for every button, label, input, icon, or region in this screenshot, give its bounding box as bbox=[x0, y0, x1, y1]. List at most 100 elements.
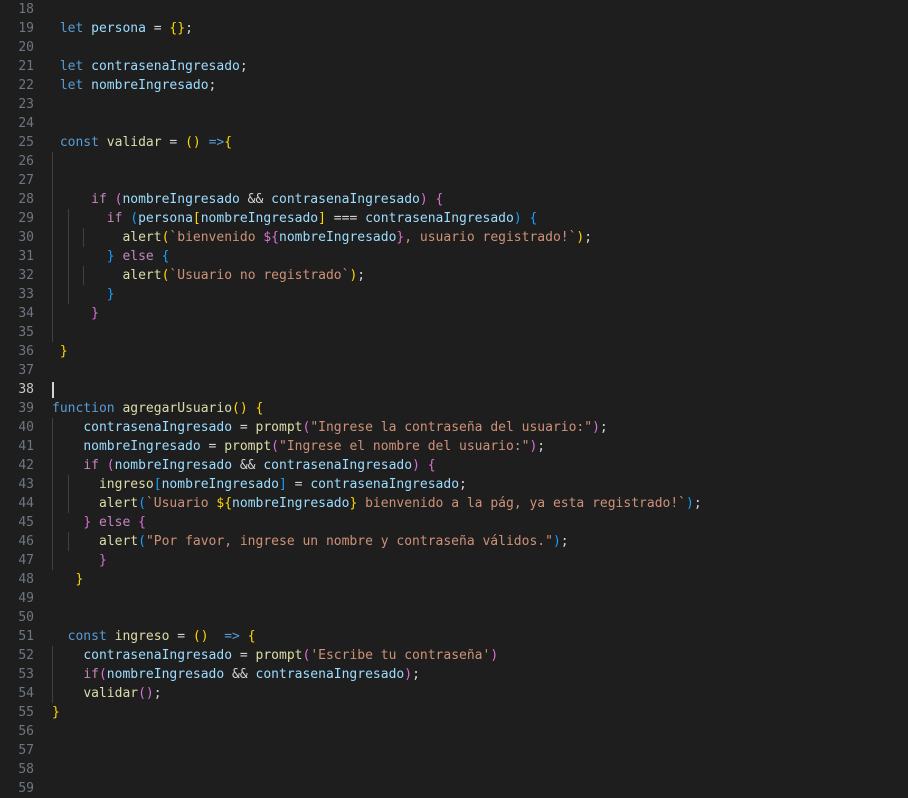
line-number: 59 bbox=[18, 781, 34, 796]
token-bb: ] bbox=[279, 477, 287, 492]
token-by: () bbox=[192, 629, 209, 644]
line-number: 35 bbox=[18, 325, 34, 340]
token-bp: ) bbox=[592, 420, 600, 435]
code-text: if(nombreIngresado && contrasenaIngresad… bbox=[52, 665, 420, 684]
token-kw: function bbox=[52, 401, 115, 416]
token-bp: ) bbox=[412, 458, 420, 473]
token-op bbox=[52, 192, 91, 207]
token-bp: ) bbox=[404, 667, 413, 682]
token-kw: const bbox=[67, 629, 107, 644]
token-op: = bbox=[286, 477, 311, 492]
code-text: contrasenaIngresado = prompt('Escribe tu… bbox=[52, 646, 498, 665]
token-str: `bienvenido bbox=[169, 230, 264, 245]
token-bp: { bbox=[435, 192, 444, 207]
token-op bbox=[154, 249, 162, 264]
token-fn: prompt bbox=[224, 439, 272, 454]
code-text: alert(`Usuario ${nombreIngresado} bienve… bbox=[52, 494, 702, 513]
token-var: contrasenaIngresado bbox=[83, 648, 233, 663]
token-bp: ( bbox=[106, 458, 115, 473]
token-var: nombreIngresado bbox=[122, 192, 240, 207]
line-number: 44 bbox=[18, 496, 34, 511]
code-text: } else { bbox=[52, 513, 146, 532]
token-op bbox=[52, 496, 99, 511]
line-number: 32 bbox=[18, 268, 34, 283]
indent-guide bbox=[52, 171, 53, 190]
line-number: 26 bbox=[18, 154, 34, 169]
line-number: 23 bbox=[18, 97, 34, 112]
token-bp: { bbox=[427, 458, 436, 473]
token-by: [ bbox=[192, 211, 201, 226]
token-op bbox=[52, 515, 83, 530]
token-kw: let bbox=[59, 59, 84, 74]
token-str: bienvenido a la pág, ya esta registrado!… bbox=[357, 496, 687, 511]
token-by: } bbox=[75, 572, 84, 587]
line-number: 49 bbox=[18, 591, 34, 606]
token-op bbox=[107, 192, 115, 207]
code-editor[interactable]: 18 19 let persona = {}; 20 21 let contrasen… bbox=[0, 0, 908, 796]
code-text: if (nombreIngresado && contrasenaIngresa… bbox=[52, 456, 436, 475]
token-kw: const bbox=[59, 135, 99, 150]
token-by: { bbox=[247, 629, 256, 644]
token-bp: } bbox=[91, 306, 99, 321]
code-text: } bbox=[52, 342, 68, 361]
token-fn: alert bbox=[98, 496, 139, 511]
token-bb: ) bbox=[513, 211, 522, 226]
text-cursor bbox=[52, 382, 54, 398]
code-text: let nombreIngresado; bbox=[52, 76, 217, 95]
line-number: 34 bbox=[18, 306, 34, 321]
token-by: } bbox=[52, 705, 60, 720]
line-number: 48 bbox=[18, 572, 34, 587]
token-bb: } bbox=[106, 287, 115, 302]
token-op bbox=[52, 78, 60, 93]
token-op: && bbox=[232, 458, 264, 473]
line-number: 31 bbox=[18, 249, 34, 264]
line-number: 18 bbox=[18, 2, 34, 17]
token-fn: ingreso bbox=[114, 629, 170, 644]
token-bb: { bbox=[161, 249, 170, 264]
token-by: ${ bbox=[216, 496, 233, 511]
token-op bbox=[99, 458, 107, 473]
token-op bbox=[130, 515, 138, 530]
token-ctrl: else bbox=[122, 249, 154, 264]
token-str: "Por favor, ingrese un nombre y contrase… bbox=[145, 534, 553, 549]
token-op bbox=[52, 287, 107, 302]
code-text: } bbox=[52, 570, 83, 589]
token-op bbox=[52, 135, 60, 150]
token-str: "Ingrese la contraseña del usuario:" bbox=[310, 420, 593, 435]
line-number: 25 bbox=[18, 135, 34, 150]
code-text: const validar = () =>{ bbox=[52, 133, 232, 152]
token-fn: alert bbox=[122, 230, 162, 245]
token-op bbox=[52, 59, 60, 74]
token-bp: ( bbox=[271, 439, 279, 454]
token-op bbox=[91, 515, 99, 530]
line-number: 50 bbox=[18, 610, 34, 625]
code-text: let persona = {}; bbox=[52, 19, 193, 38]
token-bp: ${ bbox=[263, 230, 279, 245]
token-kw: let bbox=[59, 78, 84, 93]
token-bb: [ bbox=[153, 477, 162, 492]
token-var: persona bbox=[91, 21, 146, 36]
code-text: alert(`Usuario no registrado`); bbox=[52, 266, 365, 285]
token-bp: } bbox=[98, 553, 107, 568]
token-op: && bbox=[239, 192, 272, 207]
token-var: nombreIngresado bbox=[83, 439, 201, 454]
line-number: 28 bbox=[18, 192, 34, 207]
code-text: } bbox=[52, 551, 107, 570]
line-number: 20 bbox=[18, 40, 34, 55]
token-op bbox=[52, 648, 83, 663]
token-var: persona bbox=[138, 211, 193, 226]
token-by: () bbox=[232, 401, 248, 416]
token-bp: ) bbox=[419, 192, 428, 207]
token-bb: ( bbox=[138, 534, 146, 549]
token-op bbox=[52, 21, 60, 36]
token-ctrl: if bbox=[91, 192, 107, 207]
token-op bbox=[52, 306, 91, 321]
token-op: = bbox=[200, 439, 225, 454]
line-number: 45 bbox=[18, 515, 34, 530]
line-number: 19 bbox=[18, 21, 34, 36]
line-number: 55 bbox=[18, 705, 34, 720]
token-op: ; bbox=[537, 439, 546, 454]
token-op: ; bbox=[185, 21, 193, 36]
token-var: nombreIngresado bbox=[200, 211, 319, 226]
token-ctrl: if bbox=[83, 458, 99, 473]
